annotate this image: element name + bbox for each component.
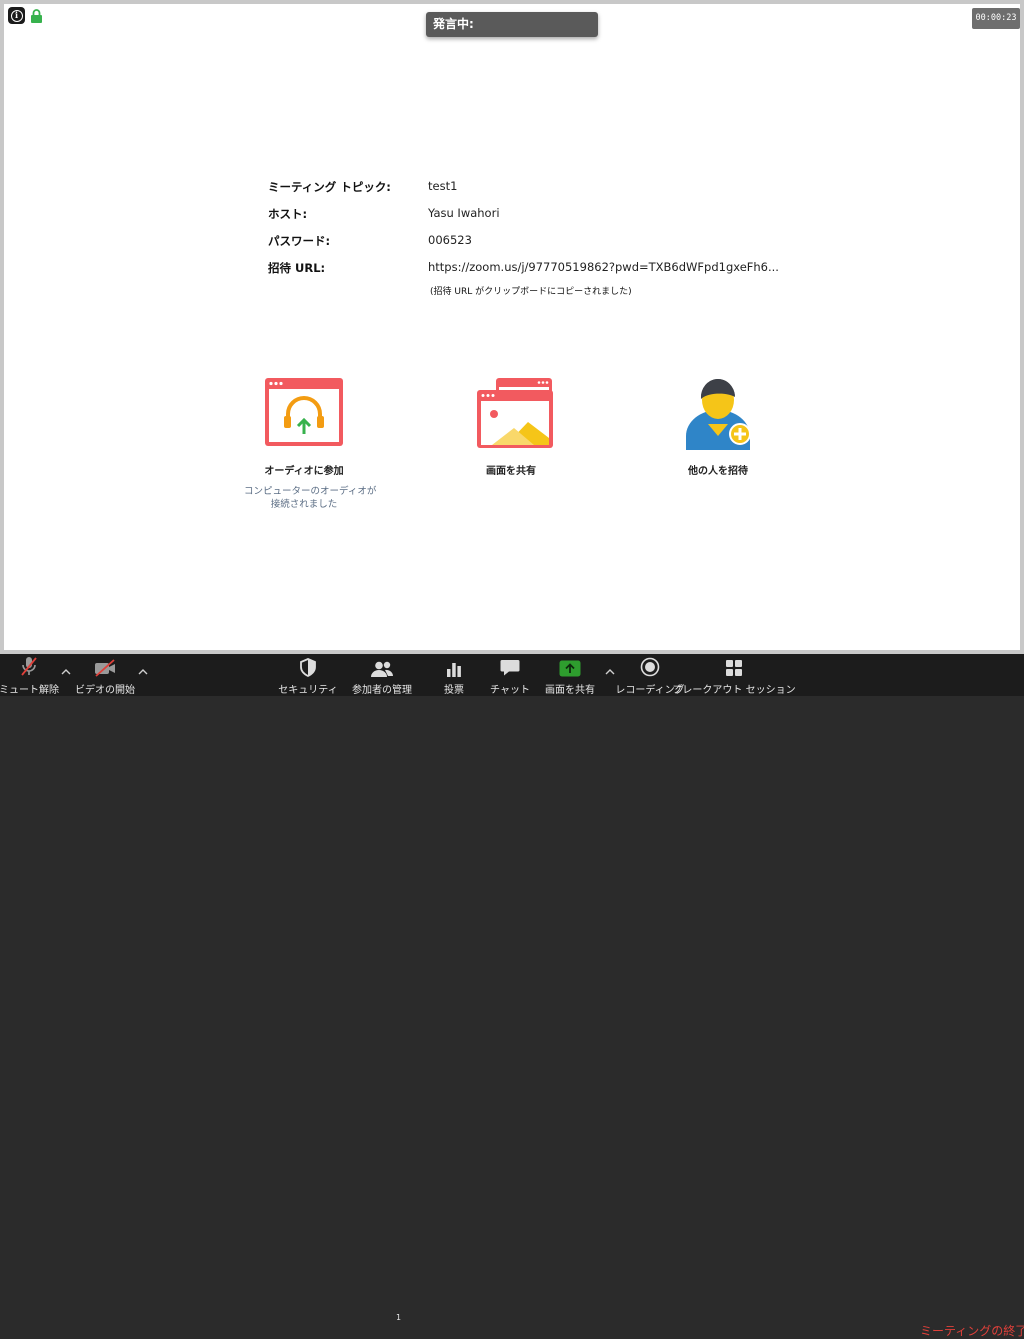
audio-connected-status-line2: 接続されました (270, 499, 338, 510)
password-value: 006523 (428, 233, 472, 247)
share-options-chevron-up-icon[interactable] (605, 668, 615, 675)
join-audio-button[interactable]: オーディオに参加 コンピューターのオーディオが 接続されました (244, 376, 377, 511)
breakout-rooms-button[interactable]: ブレークアウト セッション (672, 654, 796, 696)
unmute-label: ミュート解除 (0, 685, 59, 696)
invite-others-button[interactable]: 他の人を招待 (668, 374, 768, 477)
manage-participants-label: 参加者の管理 (352, 685, 412, 696)
polls-button[interactable]: 投票 (436, 654, 472, 696)
manage-participants-button[interactable]: 参加者の管理 (348, 654, 416, 696)
meeting-toolbar: ミュート解除 ビデオの開始 セキュリティ 参加者の管理 1 投票 チャット 画面… (0, 654, 1024, 1338)
participant-count-badge: 1 (396, 1313, 402, 1322)
bar-chart-icon (447, 663, 461, 677)
invite-person-icon (686, 378, 751, 450)
active-speaker-label: 発言中: (433, 17, 474, 31)
end-meeting-button[interactable]: ミーティングの終了 (920, 1322, 1024, 1339)
breakout-rooms-label: ブレークアウト セッション (672, 685, 796, 696)
chat-button[interactable]: チャット (488, 654, 532, 696)
share-screen-tile-button[interactable]: 画面を共有 (456, 376, 566, 477)
security-label: セキュリティ (278, 685, 338, 696)
record-button[interactable]: レコーディング (615, 654, 685, 696)
breakout-grid-icon (726, 660, 742, 676)
meeting-info-icon[interactable]: i (8, 7, 25, 24)
active-speaker-banner: 発言中: (426, 12, 598, 37)
meeting-timer: 00:00:23 (972, 8, 1020, 29)
clipboard-copied-note: (招待 URL がクリップボードにコピーされました) (430, 287, 632, 297)
share-screen-arrow-icon (559, 660, 581, 677)
meeting-view: i 発言中: 00:00:23 ミーティング トピック: test1 ホスト: … (4, 4, 1020, 650)
record-icon (640, 657, 660, 677)
chat-bubble-icon (500, 660, 520, 676)
shield-icon (300, 658, 316, 677)
invite-url-label: 招待 URL: (268, 261, 326, 275)
host-label: ホスト: (268, 207, 308, 221)
headphones-icon (265, 378, 343, 446)
share-screen-tile-label: 画面を共有 (486, 466, 536, 477)
zoom-window: i 発言中: 00:00:23 ミーティング トピック: test1 ホスト: … (0, 0, 1024, 1338)
muted-microphone-icon (21, 657, 37, 676)
share-screen-label: 画面を共有 (545, 685, 595, 696)
audio-connected-status-line1: コンピューターのオーディオが (244, 486, 377, 497)
password-label: パスワード: (268, 234, 331, 248)
participants-icon (371, 661, 394, 677)
meeting-topic-label: ミーティング トピック: (268, 180, 391, 194)
invite-url-value[interactable]: https://zoom.us/j/97770519862?pwd=TXB6dW… (428, 260, 779, 274)
video-options-chevron-up-icon[interactable] (138, 668, 148, 675)
encryption-lock-icon[interactable] (31, 9, 42, 23)
start-video-button[interactable]: ビデオの開始 (74, 654, 136, 696)
invite-others-label: 他の人を招待 (688, 466, 748, 477)
join-audio-label: オーディオに参加 (264, 466, 344, 477)
unmute-button[interactable]: ミュート解除 (0, 654, 59, 696)
start-video-label: ビデオの開始 (75, 685, 135, 696)
security-button[interactable]: セキュリティ (278, 654, 338, 696)
chat-label: チャット (490, 685, 530, 696)
polls-label: 投票 (444, 685, 464, 696)
video-off-icon (95, 659, 115, 677)
audio-options-chevron-up-icon[interactable] (61, 668, 71, 675)
share-screen-button[interactable]: 画面を共有 (540, 654, 600, 696)
share-screen-icon (477, 378, 553, 448)
meeting-topic-value: test1 (428, 179, 458, 193)
host-value: Yasu Iwahori (428, 206, 500, 220)
